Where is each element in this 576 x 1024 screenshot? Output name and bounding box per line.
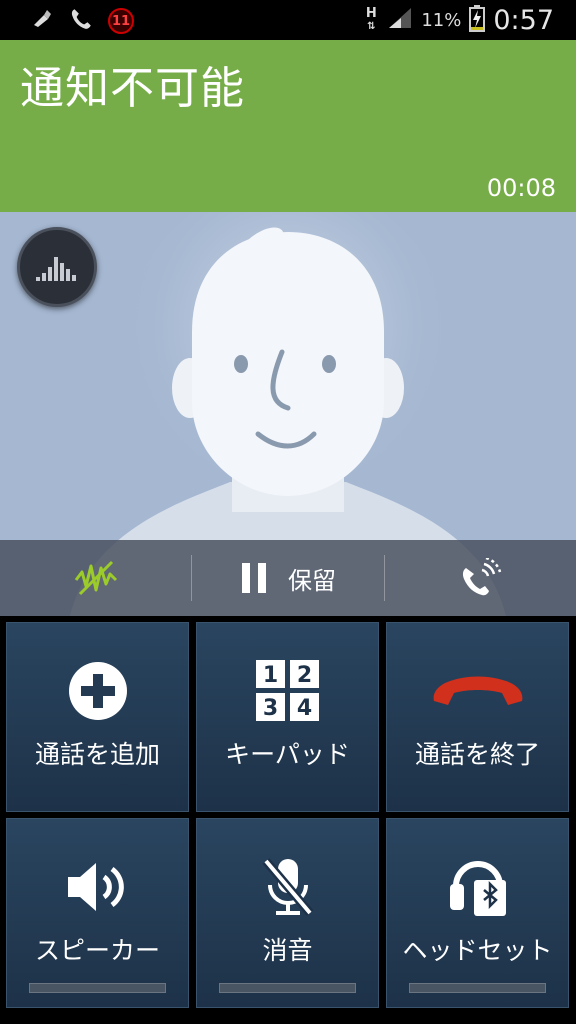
bluetooth-headset-icon [449,861,506,916]
pause-icon [241,563,266,593]
noise-reduction-icon [74,560,117,596]
status-bar: 11 H ⇅ 11% 0:57 [0,0,576,40]
signal-strength-icon [387,6,413,34]
clock: 0:57 [493,4,554,36]
keypad-digit: 1 [262,663,277,688]
network-type-indicator: H ⇅ [365,5,377,32]
phone-recording-icon [463,558,502,596]
keypad-digit: 2 [296,663,311,688]
speaker-status-bar [29,983,166,993]
headset-label: ヘッドセット [402,936,553,965]
mute-status-bar [219,983,356,993]
keypad-digit: 4 [296,696,311,721]
network-type-label: H [365,5,377,21]
phone-call-icon [68,6,94,36]
headset-status-bar [409,983,546,993]
call-header: 通知不可能 00:08 [0,40,576,212]
speaker-button[interactable]: スピーカー [6,818,189,1008]
end-call-label: 通話を終了 [414,740,540,769]
add-call-button[interactable]: 通話を追加 [6,622,189,812]
keypad-digit: 3 [262,696,277,721]
end-call-button[interactable]: 通話を終了 [386,622,569,812]
speaker-label: スピーカー [34,936,160,965]
noise-reduction-button[interactable] [0,540,191,616]
notification-count-badge: 11 [108,8,134,34]
caller-name: 通知不可能 [20,63,245,114]
equalizer-icon [36,257,76,281]
headset-button[interactable]: ヘッドセット [386,818,569,1008]
keypad-button[interactable]: 1 2 3 4 キーパッド [196,622,379,812]
mute-icon [262,858,313,916]
hold-button[interactable]: 保留 [192,540,383,616]
mute-button[interactable]: 消音 [196,818,379,1008]
sound-equalizer-button[interactable] [17,227,97,307]
add-call-icon [68,662,127,720]
battery-percent: 11% [421,9,462,31]
mute-label: 消音 [262,936,313,965]
call-actions-grid: 通話を追加 1 2 3 4 キーパッド 通話を終了 スピーカー 消音 ヘッドセッ… [0,616,576,1024]
cleaner-icon [30,7,54,35]
call-toolbar: 保留 [0,540,576,616]
call-duration: 00:08 [486,174,556,202]
keypad-icon: 1 2 3 4 [255,660,319,721]
speaker-icon [67,863,124,911]
end-call-icon [433,676,522,705]
add-call-label: 通話を追加 [34,740,160,769]
keypad-label: キーパッド [225,740,350,769]
battery-charging-icon [469,4,486,36]
hold-label: 保留 [287,566,336,595]
call-recording-button[interactable] [385,540,576,616]
